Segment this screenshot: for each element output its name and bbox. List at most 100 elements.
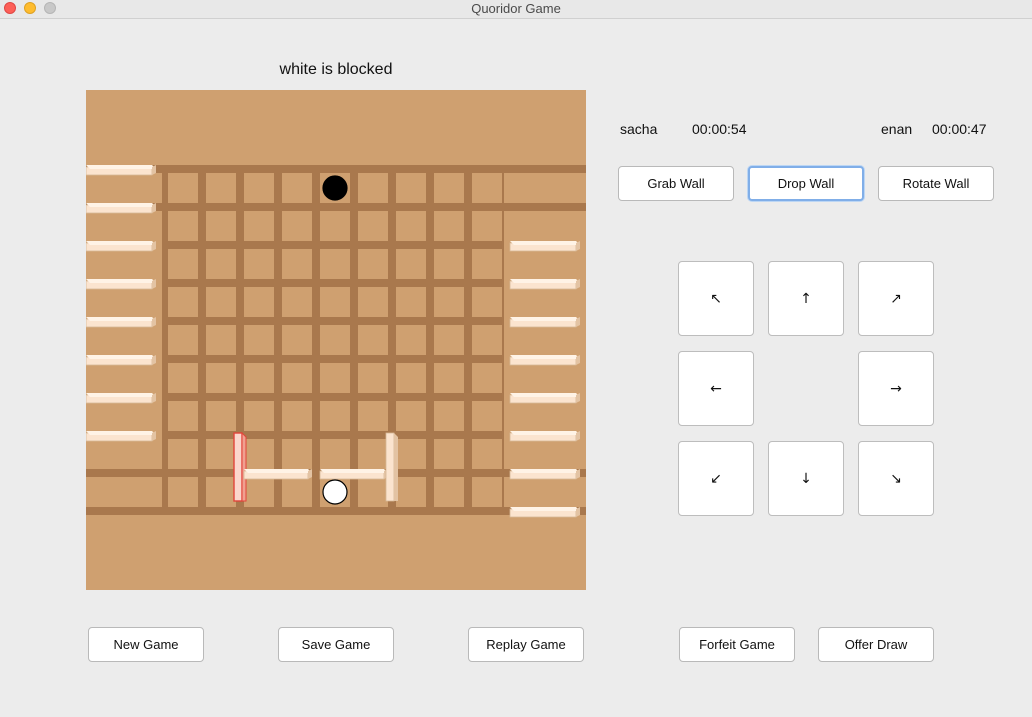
board-cell[interactable] — [168, 363, 198, 393]
board-cell[interactable] — [206, 401, 236, 431]
move-right-button[interactable]: → — [858, 351, 934, 426]
forfeit-game-button[interactable]: Forfeit Game — [679, 627, 795, 662]
board-cell[interactable] — [282, 325, 312, 355]
board-cell[interactable] — [396, 363, 426, 393]
board-cell[interactable] — [282, 173, 312, 203]
move-down-left-button[interactable]: ↙ — [678, 441, 754, 516]
board-cell[interactable] — [168, 211, 198, 241]
stock-wall-white[interactable] — [509, 507, 580, 518]
game-board[interactable] — [86, 90, 586, 590]
board-cell[interactable] — [472, 211, 502, 241]
board-cell[interactable] — [320, 211, 350, 241]
board-cell[interactable] — [244, 477, 274, 507]
board-cell[interactable] — [206, 439, 236, 469]
board-cell[interactable] — [472, 439, 502, 469]
board-cell[interactable] — [434, 477, 464, 507]
board-cell[interactable] — [434, 249, 464, 279]
board-cell[interactable] — [434, 401, 464, 431]
stock-wall-white[interactable] — [509, 431, 580, 442]
board-cell[interactable] — [396, 401, 426, 431]
board-cell[interactable] — [358, 173, 388, 203]
board-cell[interactable] — [434, 211, 464, 241]
move-up-right-button[interactable]: ↗ — [858, 261, 934, 336]
board-cell[interactable] — [434, 363, 464, 393]
stock-wall-white[interactable] — [509, 317, 580, 328]
board-cell[interactable] — [206, 211, 236, 241]
board-cell[interactable] — [396, 325, 426, 355]
board-cell[interactable] — [206, 173, 236, 203]
board-cell[interactable] — [396, 439, 426, 469]
board-cell[interactable] — [244, 363, 274, 393]
board-cell[interactable] — [282, 477, 312, 507]
board-cell[interactable] — [244, 401, 274, 431]
board-cell[interactable] — [396, 249, 426, 279]
board-cell[interactable] — [206, 249, 236, 279]
board-cell[interactable] — [282, 401, 312, 431]
board-cell[interactable] — [244, 211, 274, 241]
stock-wall-white[interactable] — [509, 355, 580, 366]
board-cell[interactable] — [434, 173, 464, 203]
board-cell[interactable] — [282, 363, 312, 393]
move-up-left-button[interactable]: ↖ — [678, 261, 754, 336]
stock-wall-black[interactable] — [86, 165, 156, 176]
board-cell[interactable] — [320, 363, 350, 393]
placed-wall-horizontal[interactable] — [319, 469, 388, 480]
board-cell[interactable] — [320, 287, 350, 317]
stock-wall-black[interactable] — [86, 431, 156, 442]
stock-wall-black[interactable] — [86, 241, 156, 252]
board-cell[interactable] — [320, 249, 350, 279]
board-cell[interactable] — [282, 439, 312, 469]
board-cell[interactable] — [358, 249, 388, 279]
move-down-right-button[interactable]: ↘ — [858, 441, 934, 516]
board-cell[interactable] — [168, 173, 198, 203]
board-cell[interactable] — [434, 439, 464, 469]
board-cell[interactable] — [472, 249, 502, 279]
stock-wall-white[interactable] — [509, 241, 580, 252]
board-cell[interactable] — [472, 477, 502, 507]
board-cell[interactable] — [358, 363, 388, 393]
board-cell[interactable] — [358, 477, 388, 507]
board-cell[interactable] — [244, 249, 274, 279]
board-cell[interactable] — [244, 287, 274, 317]
board-cell[interactable] — [434, 325, 464, 355]
placed-wall-vertical[interactable] — [385, 432, 398, 502]
board-cell[interactable] — [282, 249, 312, 279]
board-cell[interactable] — [282, 211, 312, 241]
board-cell[interactable] — [168, 477, 198, 507]
board-cell[interactable] — [396, 477, 426, 507]
stock-wall-black[interactable] — [86, 355, 156, 366]
board-cell[interactable] — [358, 439, 388, 469]
stock-wall-black[interactable] — [86, 279, 156, 290]
move-up-button[interactable]: ↑ — [768, 261, 844, 336]
board-cell[interactable] — [206, 325, 236, 355]
board-cell[interactable] — [282, 287, 312, 317]
board-cell[interactable] — [168, 439, 198, 469]
board-cell[interactable] — [244, 325, 274, 355]
board-cell[interactable] — [396, 211, 426, 241]
white-pawn[interactable] — [322, 479, 348, 505]
board-cell[interactable] — [358, 325, 388, 355]
replay-game-button[interactable]: Replay Game — [468, 627, 584, 662]
board-cell[interactable] — [396, 287, 426, 317]
stock-wall-black[interactable] — [86, 317, 156, 328]
stock-wall-black[interactable] — [86, 393, 156, 404]
save-game-button[interactable]: Save Game — [278, 627, 394, 662]
board-cell[interactable] — [434, 287, 464, 317]
placed-wall-vertical[interactable] — [233, 431, 247, 502]
board-cell[interactable] — [206, 477, 236, 507]
board-cell[interactable] — [168, 325, 198, 355]
board-cell[interactable] — [472, 173, 502, 203]
stock-wall-white[interactable] — [509, 469, 580, 480]
board-cell[interactable] — [206, 363, 236, 393]
board-cell[interactable] — [244, 173, 274, 203]
board-canvas[interactable] — [86, 90, 586, 590]
board-cell[interactable] — [206, 287, 236, 317]
board-cell[interactable] — [472, 325, 502, 355]
board-cell[interactable] — [472, 401, 502, 431]
board-cell[interactable] — [320, 325, 350, 355]
board-cell[interactable] — [472, 363, 502, 393]
board-cell[interactable] — [320, 439, 350, 469]
stock-wall-white[interactable] — [509, 279, 580, 290]
board-cell[interactable] — [396, 173, 426, 203]
board-cell[interactable] — [244, 439, 274, 469]
